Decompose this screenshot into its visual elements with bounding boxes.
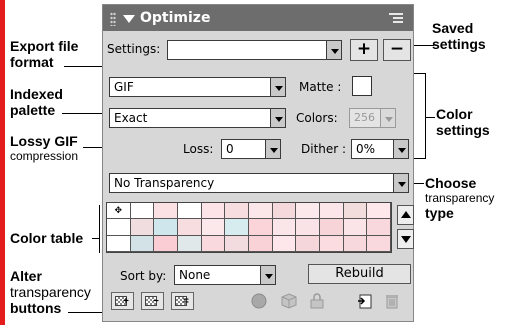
leader-line — [412, 158, 426, 159]
color-table-cell[interactable] — [154, 203, 178, 220]
select-transparency-button[interactable]: = — [171, 292, 194, 310]
color-table-cell[interactable] — [201, 235, 226, 252]
color-table-cell[interactable] — [296, 235, 320, 252]
sort-by-dropdown[interactable]: None — [174, 265, 276, 285]
export-format-dropdown[interactable]: GIF — [109, 77, 286, 97]
grip-icon[interactable] — [110, 12, 116, 26]
annotation-choose-transparency: Choose transparency type — [425, 175, 495, 221]
leader-line — [425, 73, 426, 159]
color-table-cell[interactable] — [107, 235, 131, 252]
remove-settings-button[interactable]: − — [383, 39, 411, 61]
trash-icon[interactable] — [383, 292, 401, 310]
panel-title-bar[interactable]: Optimize — [103, 5, 413, 31]
color-table-cell[interactable] — [201, 203, 226, 220]
color-table-cell[interactable] — [130, 203, 155, 220]
color-table-cell[interactable] — [343, 235, 368, 252]
color-table-cell[interactable] — [319, 235, 344, 252]
leader-line — [425, 117, 435, 118]
color-table-cell[interactable] — [248, 203, 273, 220]
settings-label: Settings: — [107, 42, 161, 56]
indexed-palette-dropdown[interactable]: Exact — [109, 108, 286, 128]
colors-label: Colors: — [296, 111, 338, 125]
loss-label: Loss: — [183, 142, 214, 156]
settings-dropdown[interactable] — [167, 40, 342, 60]
chevron-down-icon[interactable] — [393, 174, 408, 192]
chevron-down-icon[interactable] — [393, 140, 408, 158]
color-table-cell[interactable] — [201, 219, 226, 236]
color-table-cell[interactable] — [367, 203, 391, 220]
scroll-up-button[interactable] — [397, 205, 414, 225]
colors-count-field: 256 — [349, 108, 396, 128]
color-table-cell[interactable] — [177, 235, 202, 252]
new-color-icon[interactable] — [356, 292, 374, 310]
color-table-cell[interactable] — [130, 219, 155, 236]
color-table-cell[interactable] — [177, 203, 202, 220]
chevron-down-icon[interactable] — [326, 41, 341, 59]
color-table-cell[interactable] — [319, 219, 344, 236]
collapse-triangle-icon[interactable] — [123, 15, 135, 23]
rebuild-button[interactable]: Rebuild — [308, 264, 411, 284]
web-snap-icon[interactable] — [250, 292, 268, 310]
color-table-cell[interactable] — [107, 219, 131, 236]
color-table-cell[interactable] — [154, 219, 178, 236]
color-table-cell[interactable] — [343, 203, 368, 220]
annotation-lossy-gif: Lossy GIF compression — [10, 133, 79, 163]
color-table-cell[interactable] — [177, 219, 202, 236]
color-table-cell[interactable] — [296, 219, 320, 236]
leader-line — [64, 66, 106, 67]
matte-color-swatch[interactable] — [352, 76, 372, 96]
color-table-cell[interactable] — [296, 203, 320, 220]
leader-line — [99, 205, 100, 253]
color-table-cell[interactable] — [248, 219, 273, 236]
matte-label: Matte : — [299, 80, 342, 94]
chevron-down-icon — [380, 109, 395, 127]
color-table-cell[interactable] — [319, 203, 344, 220]
lock-color-icon[interactable] — [280, 292, 298, 310]
optimize-panel: Optimize Settings: + − GIF Matte : Exact… — [102, 4, 414, 322]
dither-label: Dither : — [301, 142, 347, 156]
color-table-cell[interactable] — [367, 219, 391, 236]
annotation-indexed-palette: Indexed palette — [10, 86, 63, 118]
color-table-cell[interactable] — [343, 219, 368, 236]
lock-icon[interactable] — [308, 292, 326, 310]
annotation-color-settings: Color settings — [436, 106, 490, 138]
sort-by-label: Sort by: — [120, 269, 167, 283]
chevron-down-icon[interactable] — [270, 109, 285, 127]
chevron-down-icon[interactable] — [260, 266, 275, 284]
remove-transparency-button[interactable]: − — [141, 292, 164, 310]
chevron-down-icon[interactable] — [265, 140, 280, 158]
color-table-cell[interactable] — [367, 235, 391, 252]
color-table-cell[interactable] — [272, 203, 297, 220]
add-transparency-button[interactable]: + — [111, 292, 134, 310]
accent-bar — [0, 0, 5, 325]
loss-field[interactable]: 0 — [221, 139, 281, 159]
color-table-cell[interactable]: ✥ — [107, 203, 131, 220]
color-table-cell[interactable] — [154, 235, 178, 252]
annotation-color-table: Color table — [10, 230, 84, 246]
annotation-saved-settings: Saved settings — [432, 20, 486, 52]
scroll-down-button[interactable] — [397, 229, 414, 249]
add-settings-button[interactable]: + — [350, 39, 378, 61]
annotation-alter-transparency: Alter transparency buttons — [10, 268, 91, 316]
transparency-type-dropdown[interactable]: No Transparency — [109, 173, 409, 193]
color-table-cell[interactable] — [130, 235, 155, 252]
panel-title: Optimize — [140, 10, 211, 26]
dither-field[interactable]: 0% — [351, 139, 409, 159]
color-table-cell[interactable] — [272, 235, 297, 252]
panel-menu-icon[interactable] — [389, 13, 403, 25]
color-table-cell[interactable] — [272, 219, 297, 236]
color-table-cell[interactable] — [248, 235, 273, 252]
color-table-cell[interactable] — [225, 203, 249, 220]
chevron-down-icon[interactable] — [270, 78, 285, 96]
color-table[interactable]: ✥ — [106, 202, 392, 253]
color-table-cell[interactable] — [225, 219, 249, 236]
color-table-cell[interactable] — [225, 235, 249, 252]
